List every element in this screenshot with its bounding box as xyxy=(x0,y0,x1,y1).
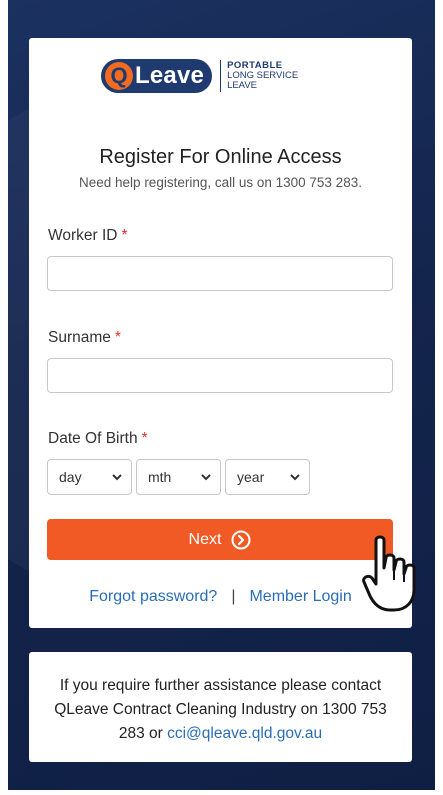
worker-id-label-text: Worker ID xyxy=(48,227,118,244)
logo-divider xyxy=(220,60,222,92)
dob-month-select[interactable]: mth xyxy=(136,459,221,495)
required-asterisk: * xyxy=(114,329,121,346)
auth-links: Forgot password? | Member Login xyxy=(29,588,412,606)
dob-year-select[interactable]: year xyxy=(225,459,310,495)
logo-pill: Q Leave xyxy=(101,59,213,93)
link-separator: | xyxy=(231,588,236,605)
chevron-down-icon xyxy=(112,474,122,481)
next-button-label: Next xyxy=(188,530,222,548)
logo-q-mark: Q xyxy=(105,62,133,90)
dob-label-text: Date Of Birth xyxy=(48,430,138,447)
member-login-link[interactable]: Member Login xyxy=(249,588,351,606)
chevron-down-icon xyxy=(201,474,211,481)
page-subtitle: Need help registering, call us on 1300 7… xyxy=(79,175,362,190)
required-asterisk: * xyxy=(121,227,128,244)
hand-pointer-cursor-icon xyxy=(362,535,416,612)
assistance-email-link[interactable]: cci@qleave.qld.gov.au xyxy=(167,725,322,742)
chevron-down-icon xyxy=(290,474,300,481)
page-title: Register For Online Access xyxy=(99,146,342,168)
logo-tag-leave: LEAVE xyxy=(227,80,257,91)
next-button[interactable]: Next xyxy=(47,519,393,560)
logo-tagline: PORTABLE LONG SERVICE LEAVE xyxy=(227,61,298,91)
logo-wordmark: Leave xyxy=(135,62,205,89)
forgot-password-link[interactable]: Forgot password? xyxy=(89,588,217,606)
required-asterisk: * xyxy=(141,430,148,447)
dob-day-value: day xyxy=(59,469,82,485)
dob-year-value: year xyxy=(237,469,265,485)
surname-label: Surname * xyxy=(48,329,121,347)
dob-month-value: mth xyxy=(148,469,172,485)
surname-label-text: Surname xyxy=(48,329,111,346)
worker-id-label: Worker ID * xyxy=(48,227,128,245)
assistance-card: If you require further assistance please… xyxy=(29,652,412,762)
dob-label: Date Of Birth * xyxy=(48,430,148,448)
surname-input[interactable] xyxy=(47,358,393,393)
worker-id-input[interactable] xyxy=(47,256,393,291)
dob-day-select[interactable]: day xyxy=(47,459,132,495)
circle-chevron-right-icon xyxy=(231,530,251,549)
qleave-logo: Q Leave PORTABLE LONG SERVICE LEAVE xyxy=(101,58,341,94)
